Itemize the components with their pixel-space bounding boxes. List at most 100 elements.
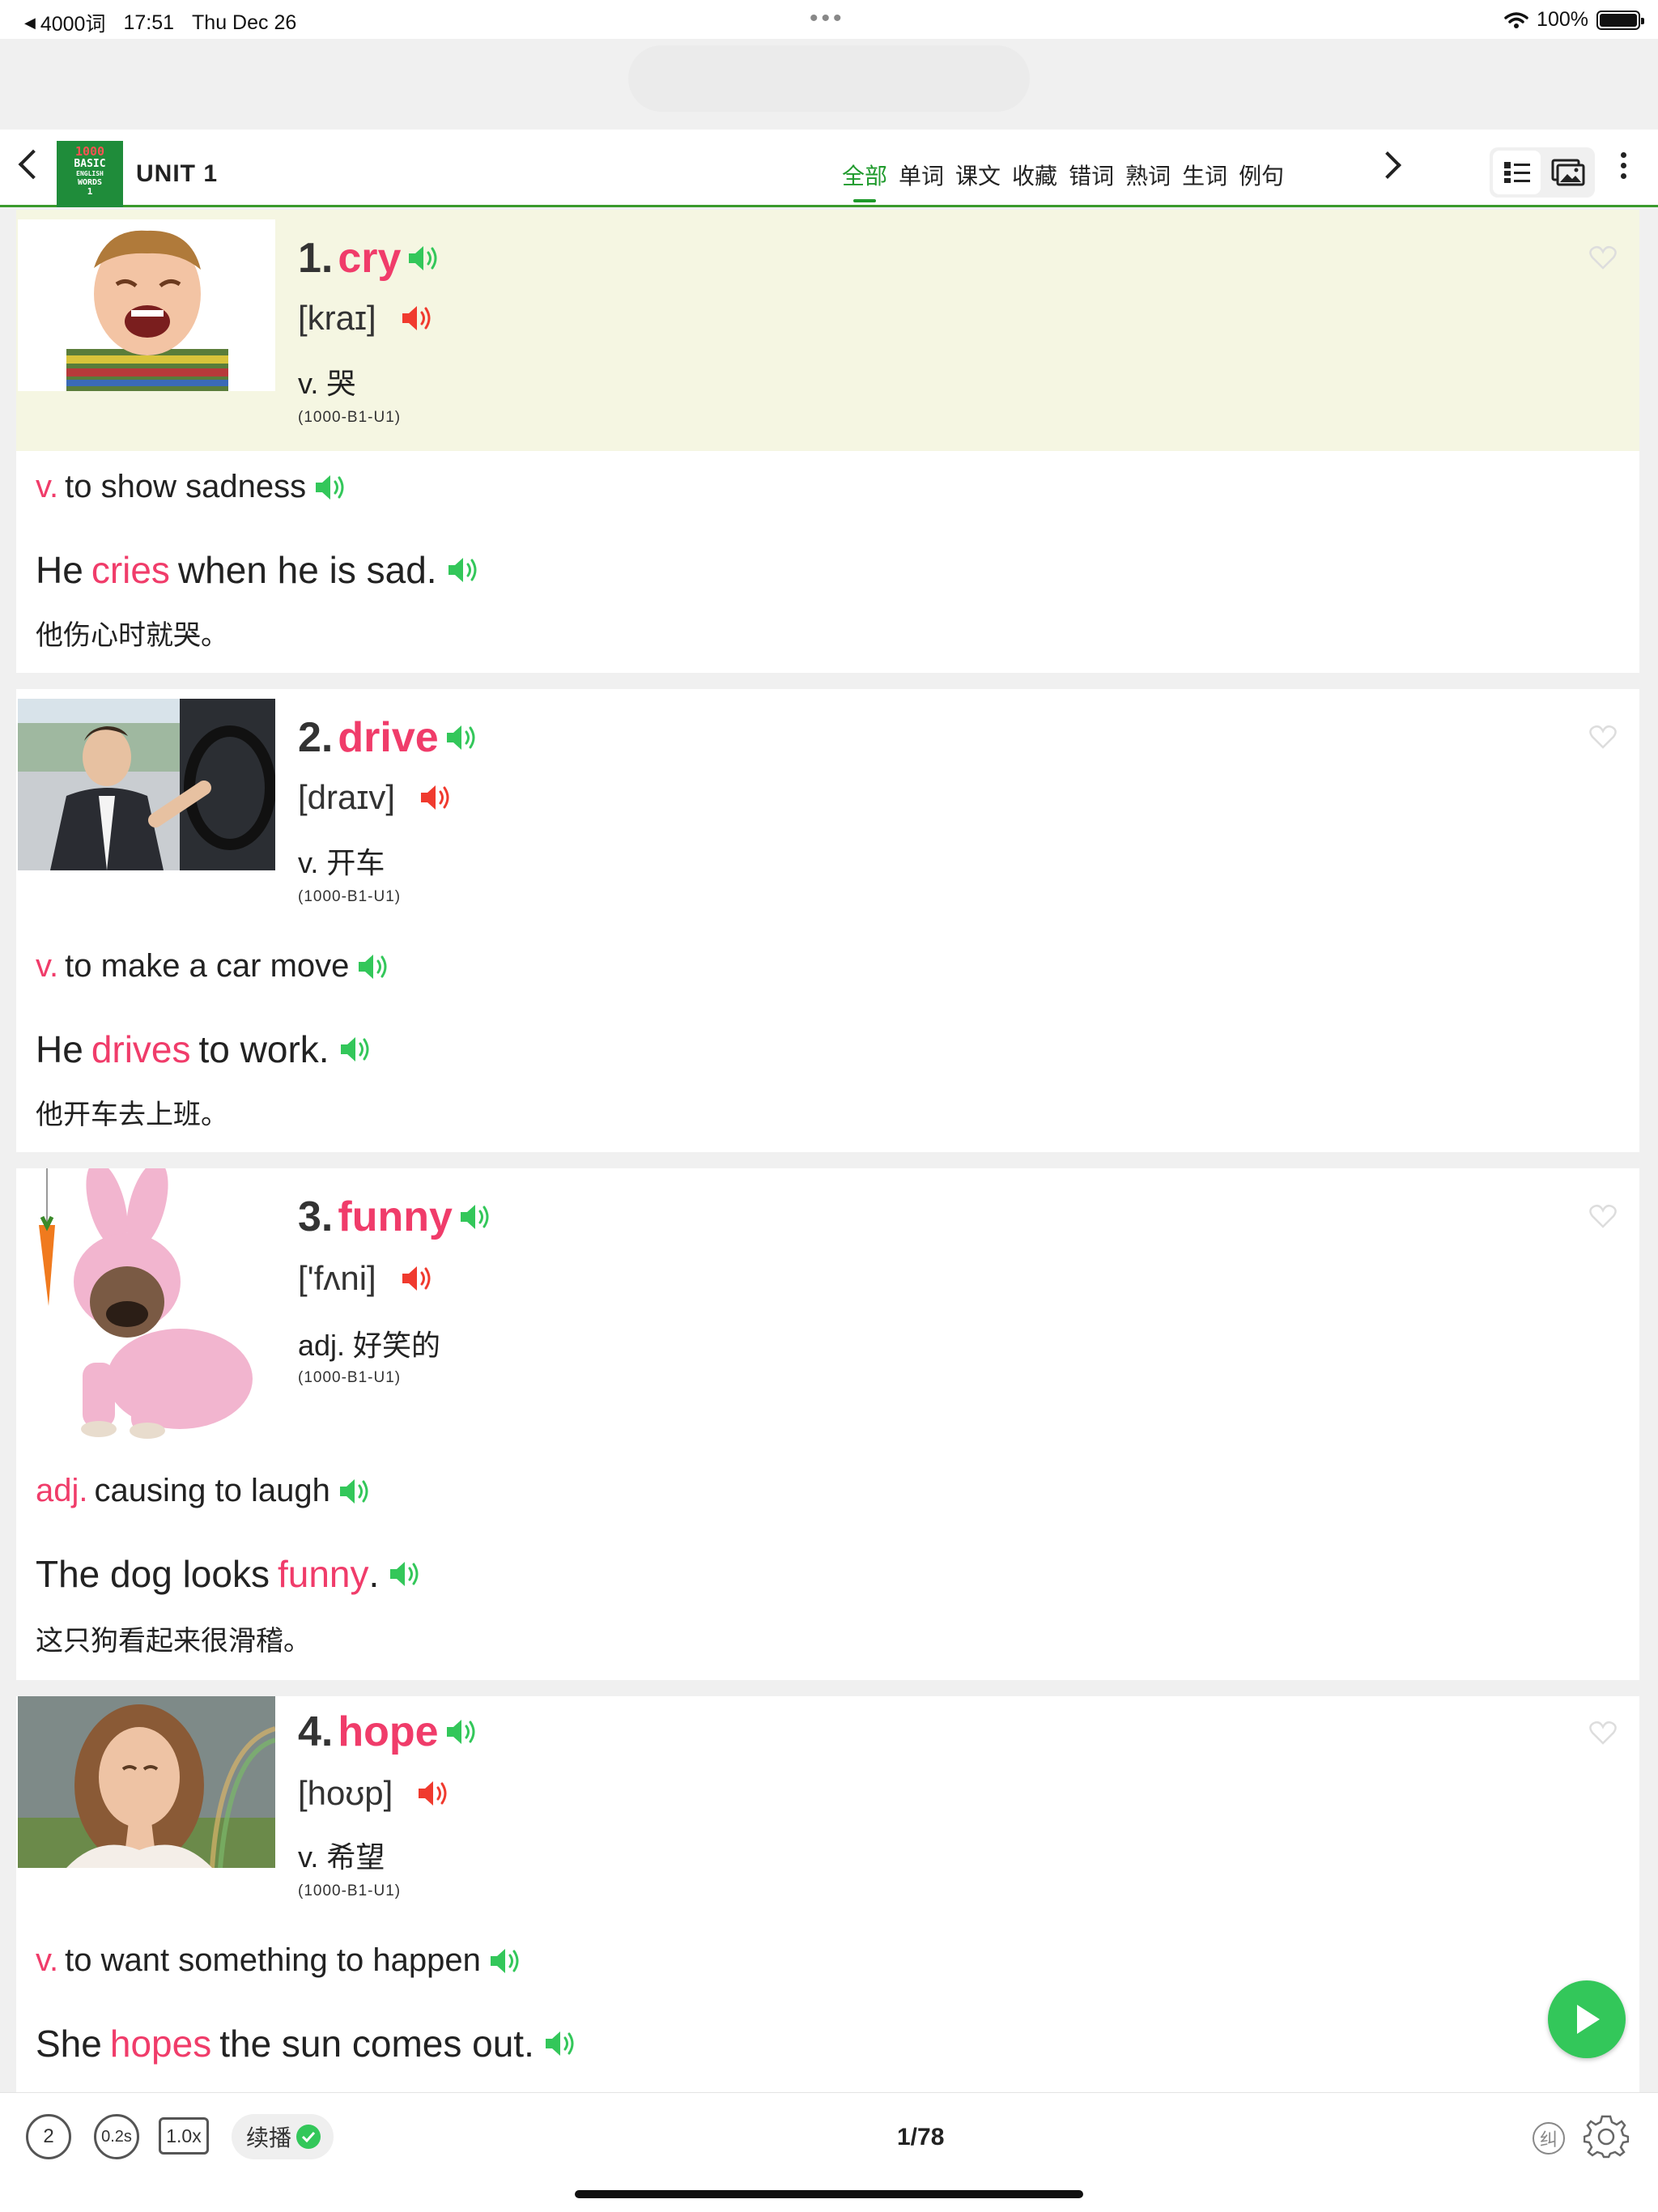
word-number: 1. [298, 235, 334, 282]
next-chevron-icon[interactable] [1374, 151, 1401, 179]
speaker-icon[interactable] [457, 1201, 495, 1233]
phonetic: [kraɪ] [298, 299, 376, 337]
heart-icon[interactable] [1589, 245, 1617, 270]
word-number: 2. [298, 714, 334, 761]
chinese-meaning: v. 开车 [298, 846, 385, 879]
tab-new-words[interactable]: 生词 [1182, 159, 1227, 191]
word-image-drive [18, 699, 275, 870]
word-text: cry [338, 235, 402, 282]
tab-text[interactable]: 课文 [955, 159, 1001, 191]
speaker-icon[interactable] [487, 1945, 525, 1977]
speaker-icon[interactable] [399, 1262, 436, 1295]
book-cover-line: 1 [87, 186, 93, 197]
speaker-icon[interactable] [415, 1777, 453, 1810]
example-keyword: drives [91, 1028, 191, 1070]
definition-pos: v. [36, 1942, 59, 1978]
tab-favorites[interactable]: 收藏 [1012, 159, 1057, 191]
speaker-icon[interactable] [337, 1475, 374, 1508]
word-card[interactable]: 4. hope [hoʊp] v. 希望 (1000-B1-U1) v. to … [16, 1696, 1639, 2092]
continue-play-toggle[interactable]: 续播 [232, 2114, 334, 2159]
word-number: 4. [298, 1708, 334, 1755]
level-tag: (1000-B1-U1) [298, 1882, 402, 1899]
heart-icon[interactable] [1589, 1721, 1617, 1745]
address-pill[interactable] [628, 45, 1030, 112]
word-text: hope [338, 1708, 439, 1755]
level-tag: (1000-B1-U1) [298, 409, 402, 426]
multitask-dots-icon[interactable]: ••• [810, 5, 845, 32]
speaker-icon[interactable] [338, 1033, 375, 1066]
tab-wrong-words[interactable]: 错词 [1069, 159, 1114, 191]
speaker-icon[interactable] [444, 1716, 481, 1748]
phonetic: [draɪv] [298, 778, 395, 816]
book-cover-line: ENGLISH [76, 170, 104, 177]
phonetic: ['fʌni] [298, 1259, 376, 1297]
speaker-icon[interactable] [444, 721, 481, 754]
definition-pos: adj. [36, 1473, 88, 1508]
home-indicator[interactable] [575, 2190, 1083, 2198]
speaker-icon[interactable] [445, 554, 483, 586]
book-cover: 1000 BASIC ENGLISH WORDS 1 [57, 141, 123, 207]
tab-examples[interactable]: 例句 [1239, 159, 1284, 191]
speed-button[interactable]: 1.0x [159, 2117, 209, 2155]
more-icon[interactable] [1619, 152, 1627, 179]
interval-value: 0.2s [101, 2127, 132, 2146]
word-list: 1. cry [kraɪ] v. 哭 (1000-B1-U1) v. to sh… [0, 210, 1658, 2092]
back-chevron-icon[interactable] [18, 149, 49, 180]
view-toggle [1490, 147, 1595, 198]
header-bar: 1000 BASIC ENGLISH WORDS 1 UNIT 1 全部 单词 … [0, 130, 1658, 207]
word-text: drive [338, 714, 439, 761]
example-text: The dog looks [36, 1553, 270, 1595]
definition-pos: v. [36, 948, 59, 984]
playback-bar: 2 0.2s 1.0x 续播 1/78 纠 [0, 2092, 1658, 2212]
play-button[interactable] [1548, 1980, 1626, 2058]
correction-label: 纠 [1539, 2129, 1558, 2150]
speaker-icon[interactable] [542, 2027, 580, 2060]
word-image-funny [18, 1168, 275, 1440]
example-text: He [36, 549, 83, 591]
correction-button[interactable]: 纠 [1533, 2122, 1565, 2155]
speaker-icon[interactable] [312, 471, 350, 504]
definition-text: to show sadness [65, 469, 307, 504]
status-date: Thu Dec 26 [192, 11, 297, 34]
definition-text: to want something to happen [65, 1942, 481, 1978]
tab-familiar-words[interactable]: 熟词 [1125, 159, 1171, 191]
interval-button[interactable]: 0.2s [94, 2114, 139, 2159]
word-image-hope [18, 1696, 275, 1868]
repeat-count: 2 [43, 2125, 54, 2147]
phonetic: [hoʊp] [298, 1774, 393, 1812]
image-view-button[interactable] [1544, 151, 1592, 194]
back-to-app-icon[interactable]: ◀ [24, 15, 36, 32]
repeat-count-button[interactable]: 2 [26, 2114, 71, 2159]
list-view-icon [1503, 162, 1530, 183]
speaker-icon[interactable] [399, 302, 436, 334]
chinese-meaning: adj. 好笑的 [298, 1329, 441, 1362]
example-translation: 他伤心时就哭。 [36, 620, 228, 651]
tab-words[interactable]: 单词 [899, 159, 944, 191]
example-translation: 这只狗看起来很滑稽。 [36, 1626, 311, 1657]
tab-bar: 全部 单词 课文 收藏 错词 熟词 生词 例句 [842, 159, 1284, 202]
speaker-icon[interactable] [406, 242, 443, 274]
word-number: 3. [298, 1193, 334, 1240]
word-card[interactable]: 3. funny ['fʌni] adj. 好笑的 (1000-B1-U1) a… [16, 1168, 1639, 1680]
tab-all[interactable]: 全部 [842, 159, 887, 202]
wifi-icon [1504, 11, 1528, 28]
speaker-icon[interactable] [418, 781, 455, 814]
word-card[interactable]: 2. drive [draɪv] v. 开车 (1000-B1-U1) v. t… [16, 689, 1639, 1152]
example-text: when he is sad. [177, 549, 437, 591]
settings-gear-icon[interactable] [1584, 2114, 1629, 2159]
status-bar: ◀ 4000词 17:51 Thu Dec 26 ••• 100% [0, 0, 1658, 39]
definition-text: to make a car move [65, 948, 350, 984]
back-app-label[interactable]: 4000词 [40, 8, 106, 37]
heart-icon[interactable] [1589, 725, 1617, 749]
word-card[interactable]: 1. cry [kraɪ] v. 哭 (1000-B1-U1) v. to sh… [16, 210, 1639, 673]
definition-text: causing to laugh [94, 1473, 330, 1508]
play-icon [1577, 2005, 1600, 2034]
speaker-icon[interactable] [387, 1558, 424, 1590]
chinese-meaning: v. 哭 [298, 367, 356, 400]
page-indicator: 1/78 [897, 2124, 945, 2150]
heart-icon[interactable] [1589, 1204, 1617, 1228]
list-view-button[interactable] [1493, 151, 1541, 194]
definition-pos: v. [36, 469, 59, 504]
battery-percent: 100% [1537, 8, 1588, 31]
speaker-icon[interactable] [355, 951, 393, 983]
